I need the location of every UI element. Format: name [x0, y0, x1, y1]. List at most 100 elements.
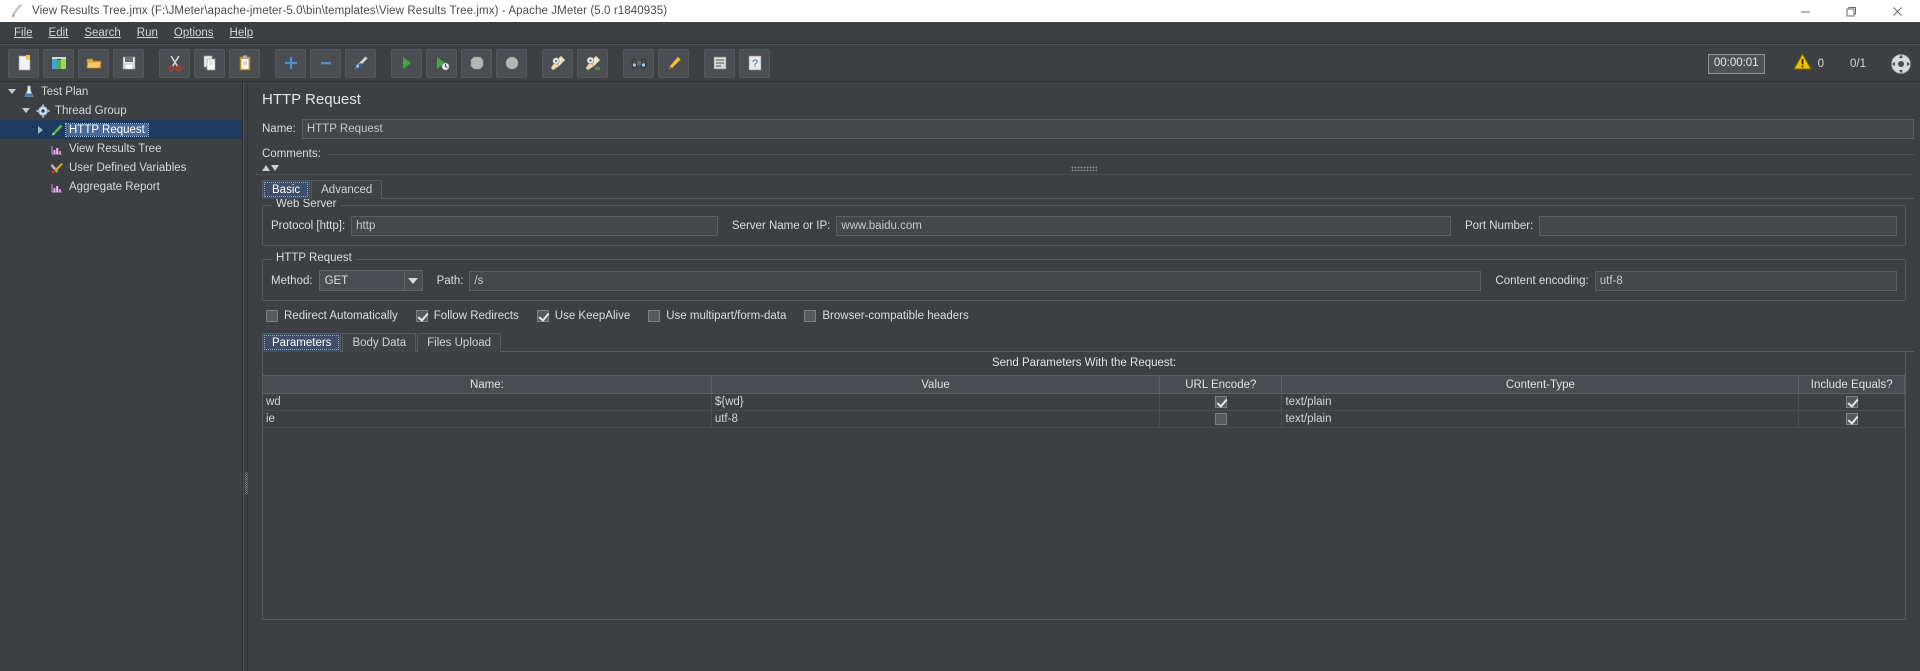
templates-button[interactable] — [43, 48, 74, 78]
shutdown-button[interactable] — [496, 48, 527, 78]
toolbar-status-area: 00:00:01 0 0/1 — [1707, 45, 1912, 83]
tab-advanced[interactable]: Advanced — [311, 180, 383, 199]
tab-basic[interactable]: Basic — [262, 180, 311, 199]
search-button[interactable] — [623, 48, 654, 78]
column-header-content-type[interactable]: Content-Type — [1281, 375, 1800, 394]
cell-name[interactable]: wd — [263, 393, 712, 411]
cell-url-encode[interactable] — [1159, 393, 1283, 411]
twisty-down-icon[interactable] — [18, 101, 34, 120]
option-redirect-automatically[interactable]: Redirect Automatically — [266, 310, 398, 322]
paste-button[interactable] — [229, 48, 260, 78]
checkbox-redirect-automatically[interactable] — [266, 310, 278, 322]
checkbox-url-encode[interactable] — [1214, 412, 1227, 425]
split-handle[interactable] — [1071, 165, 1097, 171]
tree-node-user-defined-variables[interactable]: User Defined Variables — [0, 158, 242, 177]
collapse-down-icon[interactable] — [271, 165, 279, 171]
checkbox-use-multipart[interactable] — [648, 310, 661, 322]
tab-parameters[interactable]: Parameters — [262, 333, 342, 352]
protocol-input[interactable]: http — [351, 216, 718, 236]
minimize-icon[interactable] — [1782, 0, 1828, 22]
tab-files-upload[interactable]: Files Upload — [417, 333, 502, 352]
remote-connection-icon[interactable] — [1890, 53, 1912, 75]
cell-value[interactable]: utf-8 — [711, 410, 1161, 428]
reset-search-button[interactable] — [658, 48, 689, 78]
test-plan-tree[interactable]: Test Plan Thread Group HTTP Request View… — [0, 82, 243, 671]
method-select[interactable]: GET — [318, 270, 423, 291]
protocol-label: Protocol [http]: — [271, 220, 346, 232]
collapse-strip[interactable] — [254, 162, 1914, 175]
start-no-pauses-button[interactable] — [426, 48, 457, 78]
tree-node-test-plan[interactable]: Test Plan — [0, 82, 242, 101]
clear-button[interactable] — [542, 48, 573, 78]
collapse-up-icon[interactable] — [262, 165, 270, 171]
table-row[interactable]: ie utf-8 text/plain — [263, 410, 1905, 428]
cell-include-equals[interactable] — [1798, 410, 1905, 428]
warning-triangle-icon — [1792, 52, 1812, 76]
warning-indicator[interactable]: 0 — [1792, 52, 1824, 76]
maximize-icon[interactable] — [1828, 0, 1874, 22]
column-header-name[interactable]: Name: — [263, 375, 712, 394]
menu-search[interactable]: Search — [76, 25, 128, 41]
cell-url-encode[interactable] — [1159, 410, 1283, 428]
cell-include-equals[interactable] — [1798, 393, 1905, 411]
toggle-button[interactable] — [345, 48, 376, 78]
tree-node-http-request[interactable]: HTTP Request — [0, 120, 242, 139]
menu-file[interactable]: File — [6, 25, 41, 41]
menu-edit[interactable]: Edit — [41, 25, 77, 41]
save-button[interactable] — [113, 48, 144, 78]
column-header-include-equals[interactable]: Include Equals? — [1798, 375, 1905, 394]
chevron-down-icon[interactable] — [403, 271, 422, 290]
menu-help[interactable]: Help — [222, 25, 262, 41]
path-input[interactable]: /s — [469, 270, 1482, 291]
comments-input[interactable] — [326, 153, 1914, 155]
tree-node-view-results-tree[interactable]: View Results Tree — [0, 139, 242, 158]
port-number-input[interactable] — [1539, 216, 1898, 236]
option-follow-redirects[interactable]: Follow Redirects — [415, 310, 519, 322]
copy-button[interactable] — [194, 48, 225, 78]
menu-options[interactable]: Options — [166, 25, 222, 41]
column-header-value[interactable]: Value — [711, 375, 1161, 394]
cell-content-type[interactable]: text/plain — [1281, 410, 1800, 428]
window-controls — [1782, 0, 1920, 22]
option-browser-compatible-headers[interactable]: Browser-compatible headers — [804, 310, 969, 322]
tree-node-thread-group[interactable]: Thread Group — [0, 101, 242, 120]
checkbox-url-encode[interactable] — [1214, 395, 1227, 408]
shutdown-gray-icon — [503, 54, 521, 72]
open-button[interactable] — [78, 48, 109, 78]
checkbox-include-equals[interactable] — [1845, 412, 1858, 425]
clear-all-button[interactable] — [577, 48, 608, 78]
help-button[interactable]: ? — [739, 48, 770, 78]
name-input[interactable]: HTTP Request — [301, 119, 1914, 139]
menu-run[interactable]: Run — [129, 25, 166, 41]
twisty-right-icon[interactable] — [32, 120, 48, 139]
new-button[interactable] — [8, 48, 39, 78]
table-row[interactable]: wd ${wd} text/plain — [263, 393, 1905, 411]
expand-all-button[interactable] — [275, 48, 306, 78]
cell-value[interactable]: ${wd} — [711, 393, 1161, 411]
checkbox-include-equals[interactable] — [1845, 395, 1858, 408]
new-document-icon — [15, 54, 33, 72]
request-options-row: Redirect Automatically Follow Redirects … — [266, 310, 1906, 322]
cut-button[interactable] — [159, 48, 190, 78]
option-use-multipart[interactable]: Use multipart/form-data — [648, 310, 786, 322]
function-helper-button[interactable] — [704, 48, 735, 78]
checkbox-use-keepalive[interactable] — [536, 310, 549, 322]
column-header-url-encode[interactable]: URL Encode? — [1159, 375, 1283, 394]
server-name-input[interactable]: www.baidu.com — [836, 216, 1451, 236]
cell-content-type[interactable]: text/plain — [1281, 393, 1800, 411]
checkbox-follow-redirects[interactable] — [415, 310, 428, 322]
window-titlebar: View Results Tree.jmx (F:\JMeter\apache-… — [0, 0, 1920, 22]
option-use-keepalive[interactable]: Use KeepAlive — [536, 310, 630, 322]
twisty-down-icon[interactable] — [4, 82, 20, 101]
close-icon[interactable] — [1874, 0, 1920, 22]
path-label: Path: — [436, 274, 464, 287]
checkbox-browser-compatible-headers[interactable] — [804, 310, 817, 322]
start-button[interactable] — [391, 48, 422, 78]
collapse-all-button[interactable] — [310, 48, 341, 78]
tree-node-aggregate-report[interactable]: Aggregate Report — [0, 177, 242, 196]
content-encoding-input[interactable]: utf-8 — [1594, 270, 1897, 291]
binoculars-icon — [630, 54, 648, 72]
stop-button[interactable] — [461, 48, 492, 78]
cell-name[interactable]: ie — [263, 410, 712, 428]
tab-body-data[interactable]: Body Data — [342, 333, 417, 352]
